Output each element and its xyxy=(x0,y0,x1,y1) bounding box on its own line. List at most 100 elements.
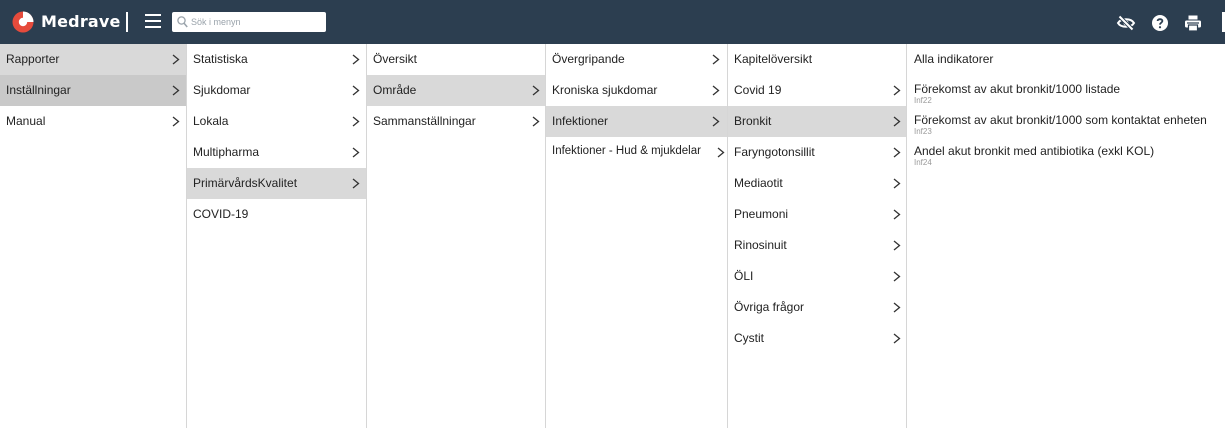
indicator-code: Inf23 xyxy=(914,127,932,136)
menu-item-sjukdomar[interactable]: Sjukdomar xyxy=(187,75,366,106)
menu-item-oversikt[interactable]: Översikt xyxy=(367,44,545,75)
menu-item-covid-19-sub[interactable]: Covid 19 xyxy=(728,75,906,106)
chevron-right-icon xyxy=(352,54,360,65)
menu-column-2: Statistiska Sjukdomar Lokala Multipharma… xyxy=(187,44,367,428)
menu-item-label: Infektioner xyxy=(552,114,609,128)
chevron-right-icon xyxy=(172,85,180,96)
chevron-right-icon xyxy=(532,116,540,127)
menu-item-rinosinuit[interactable]: Rinosinuit xyxy=(728,230,906,261)
menu-item-label: Kroniska sjukdomar xyxy=(552,83,658,97)
indicator-label: Alla indikatorer xyxy=(914,52,994,66)
search-icon xyxy=(177,16,188,28)
menu-item-pneumoni[interactable]: Pneumoni xyxy=(728,199,906,230)
menu-item-kapiteloversikt[interactable]: Kapitelöversikt xyxy=(728,44,906,75)
menu-item-covid-19[interactable]: COVID-19 xyxy=(187,199,366,230)
help-icon[interactable] xyxy=(1150,13,1170,33)
menu-item-manual[interactable]: Manual xyxy=(0,106,186,137)
indicator-label: Andel akut bronkit med antibiotika (exkl… xyxy=(914,144,1155,158)
chevron-right-icon xyxy=(893,302,901,313)
menu-item-label: Sjukdomar xyxy=(193,83,251,97)
menu-item-label: Rapporter xyxy=(6,52,60,66)
menu-item-label: Kapitelöversikt xyxy=(734,52,813,66)
search-box xyxy=(172,12,326,32)
chevron-right-icon xyxy=(712,116,720,127)
chevron-right-icon xyxy=(893,178,901,189)
menu-item-label: Område xyxy=(373,83,417,97)
chevron-right-icon xyxy=(352,85,360,96)
menu-item-label: ÖLI xyxy=(734,269,754,283)
indicator-item[interactable]: Förekomst av akut bronkit/1000 listade I… xyxy=(907,82,1225,110)
indicator-label: Förekomst av akut bronkit/1000 som konta… xyxy=(914,113,1207,127)
indicator-item[interactable]: Förekomst av akut bronkit/1000 som konta… xyxy=(907,113,1225,141)
menu-item-omrade[interactable]: Område xyxy=(367,75,545,106)
menu-item-kroniska-sjukdomar[interactable]: Kroniska sjukdomar xyxy=(546,75,727,106)
hamburger-menu-icon[interactable] xyxy=(145,14,161,28)
menu-item-label: Infektioner - Hud & mjukdelar xyxy=(552,145,701,157)
menu-item-label: Inställningar xyxy=(6,83,71,97)
chevron-right-icon xyxy=(893,147,901,158)
chevron-right-icon xyxy=(712,54,720,65)
menu-item-multipharma[interactable]: Multipharma xyxy=(187,137,366,168)
medrave-logo-icon xyxy=(12,11,34,33)
chevron-right-icon xyxy=(893,271,901,282)
menu-item-cystit[interactable]: Cystit xyxy=(728,323,906,354)
menu-item-label: Pneumoni xyxy=(734,207,789,221)
logo[interactable] xyxy=(12,11,34,33)
menu-item-infektioner[interactable]: Infektioner xyxy=(546,106,727,137)
chevron-right-icon xyxy=(893,116,901,127)
menu-item-label: Manual xyxy=(6,114,46,128)
menu-item-oli[interactable]: ÖLI xyxy=(728,261,906,292)
menu-item-label: COVID-19 xyxy=(193,207,249,221)
menu-item-label: Lokala xyxy=(193,114,229,128)
chevron-right-icon xyxy=(712,85,720,96)
brand-divider xyxy=(126,12,128,32)
indicator-all[interactable]: Alla indikatorer xyxy=(907,52,1225,74)
eye-off-icon[interactable] xyxy=(1116,13,1136,33)
menu-column-5: Kapitelöversikt Covid 19 Bronkit Faryngo… xyxy=(728,44,907,428)
menu-item-mediaotit[interactable]: Mediaotit xyxy=(728,168,906,199)
indicator-label: Förekomst av akut bronkit/1000 listade xyxy=(914,82,1121,96)
chevron-right-icon xyxy=(717,147,725,158)
chevron-right-icon xyxy=(893,85,901,96)
indicator-item[interactable]: Andel akut bronkit med antibiotika (exkl… xyxy=(907,144,1225,172)
printer-icon[interactable] xyxy=(1183,13,1203,33)
menu-item-installningar[interactable]: Inställningar xyxy=(0,75,186,106)
chevron-right-icon xyxy=(352,178,360,189)
menu-item-label: Rinosinuit xyxy=(734,238,787,252)
menu-item-label: Sammanställningar xyxy=(373,114,476,128)
menu-item-ovriga-fragor[interactable]: Övriga frågor xyxy=(728,292,906,323)
menu-item-infektioner-hud-mjukdelar[interactable]: Infektioner - Hud & mjukdelar xyxy=(546,137,727,168)
menu-item-faryngotonsillit[interactable]: Faryngotonsillit xyxy=(728,137,906,168)
menu-item-label: Cystit xyxy=(734,331,764,345)
menu-item-sammanstallningar[interactable]: Sammanställningar xyxy=(367,106,545,137)
chevron-right-icon xyxy=(172,116,180,127)
top-bar: Medrave xyxy=(0,0,1225,44)
chevron-right-icon xyxy=(893,209,901,220)
chevron-right-icon xyxy=(352,147,360,158)
menu-item-label: Mediaotit xyxy=(734,176,783,190)
chevron-right-icon xyxy=(893,240,901,251)
menu-item-bronkit[interactable]: Bronkit xyxy=(728,106,906,137)
menu-column-3: Översikt Område Sammanställningar xyxy=(367,44,546,428)
menu-item-label: Statistiska xyxy=(193,52,248,66)
menu-item-label: Faryngotonsillit xyxy=(734,145,815,159)
chevron-right-icon xyxy=(352,116,360,127)
menu-item-label: Multipharma xyxy=(193,145,260,159)
menu-item-label: Bronkit xyxy=(734,114,772,128)
menu-item-label: Övriga frågor xyxy=(734,300,805,314)
brand-name[interactable]: Medrave xyxy=(41,11,121,33)
menu-item-lokala[interactable]: Lokala xyxy=(187,106,366,137)
menu-item-label: PrimärvårdsKvalitet xyxy=(193,176,298,190)
chevron-right-icon xyxy=(893,333,901,344)
search-input[interactable] xyxy=(191,14,321,30)
menu-item-overgripande[interactable]: Övergripande xyxy=(546,44,727,75)
menu-item-label: Övergripande xyxy=(552,52,625,66)
menu-column-4: Övergripande Kroniska sjukdomar Infektio… xyxy=(546,44,728,428)
chevron-right-icon xyxy=(172,54,180,65)
menu-item-primarvardskvalitet[interactable]: PrimärvårdsKvalitet xyxy=(187,168,366,199)
menu-column-1: Rapporter Inställningar Manual xyxy=(0,44,187,428)
chevron-right-icon xyxy=(532,85,540,96)
menu-item-rapporter[interactable]: Rapporter xyxy=(0,44,186,75)
menu-item-statistiska[interactable]: Statistiska xyxy=(187,44,366,75)
indicator-column: Alla indikatorer Förekomst av akut bronk… xyxy=(907,44,1225,428)
